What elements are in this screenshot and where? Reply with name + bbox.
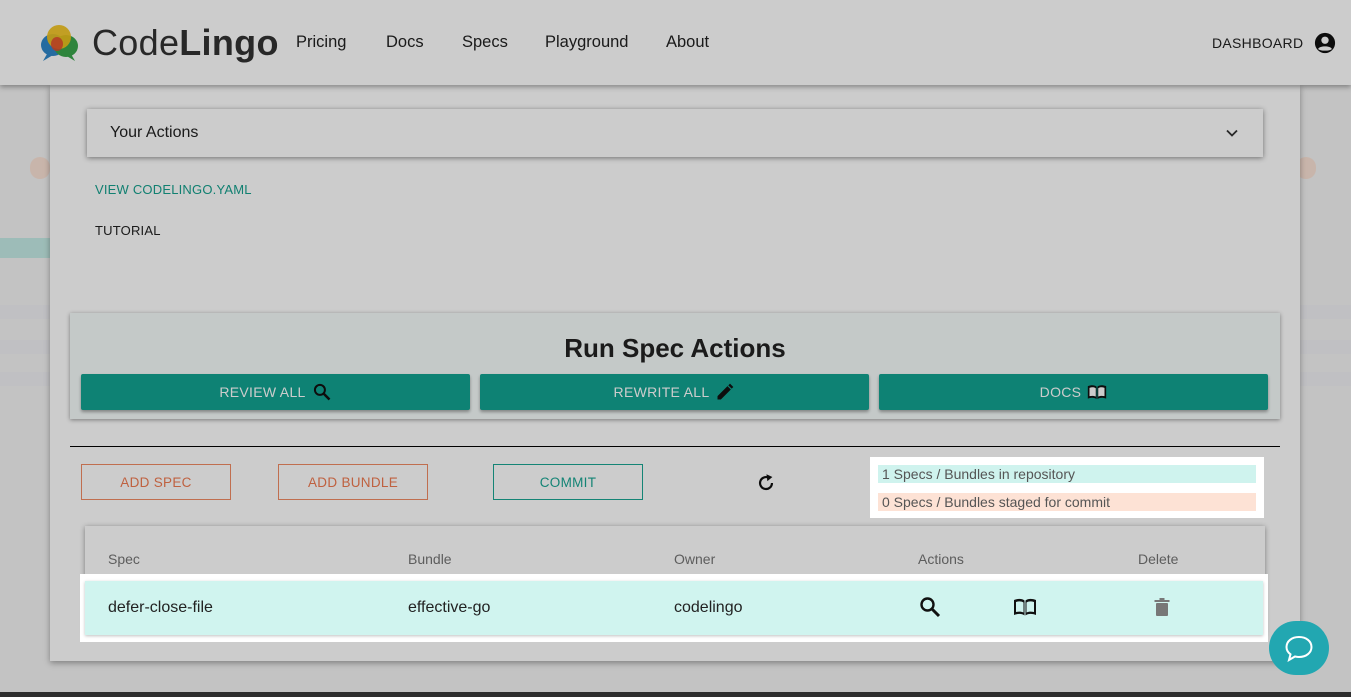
column-header-delete: Delete [1138,551,1179,567]
chat-bubble-icon [1285,635,1313,662]
specs-staged-count: 0 Specs / Bundles staged for commit [878,493,1256,511]
your-actions-panel[interactable]: Your Actions [87,109,1263,157]
search-icon [313,383,331,401]
codelingo-logo[interactable] [39,24,79,62]
column-header-spec: Spec [108,551,140,567]
your-actions-title: Your Actions [110,124,199,141]
trash-icon[interactable] [1150,595,1174,619]
row-spec: defer-close-file [108,599,213,616]
table-row[interactable]: defer-close-file effective-go codelingo [85,581,1263,635]
nav-docs[interactable]: Docs [386,33,424,52]
refresh-icon[interactable] [755,472,777,494]
background-pill-left [30,157,50,179]
nav-specs[interactable]: Specs [462,33,508,52]
account-circle-icon[interactable] [1314,32,1336,54]
chevron-down-icon[interactable] [1225,126,1239,140]
row-bundle: effective-go [408,599,491,616]
view-codelingo-yaml-link[interactable]: VIEW CODELINGO.YAML [95,182,252,197]
row-owner: codelingo [674,599,743,616]
book-icon[interactable] [1013,595,1037,619]
column-header-bundle: Bundle [408,551,452,567]
spec-counts-highlight: 1 Specs / Bundles in repository 0 Specs … [870,457,1264,518]
nav-playground[interactable]: Playground [545,33,628,52]
table-row-highlight: defer-close-file effective-go codelingo [80,574,1268,642]
run-spec-actions-title: Run Spec Actions [564,333,786,363]
add-bundle-button[interactable]: ADD BUNDLE [278,464,428,500]
pencil-icon [717,383,734,400]
brand-name[interactable]: CodeLingo [92,22,279,64]
specs-in-repository-count: 1 Specs / Bundles in repository [878,465,1256,483]
docs-button[interactable]: DOCS [879,374,1268,410]
dashboard-link[interactable]: DASHBOARD [1212,35,1303,51]
column-header-actions: Actions [918,551,964,567]
review-all-button[interactable]: REVIEW ALL [81,374,470,410]
docs-label: DOCS [1039,384,1082,400]
column-header-owner: Owner [674,551,716,567]
section-divider [70,446,1280,447]
commit-button[interactable]: COMMIT [493,464,643,500]
rewrite-all-label: REWRITE ALL [613,384,710,400]
nav-pricing[interactable]: Pricing [296,33,346,52]
chat-widget-button[interactable] [1269,621,1329,675]
rewrite-all-button[interactable]: REWRITE ALL [480,374,869,410]
top-navbar: CodeLingo Pricing Docs Specs Playground … [0,0,1351,85]
add-spec-button[interactable]: ADD SPEC [81,464,231,500]
book-icon [1088,385,1107,400]
run-spec-actions-section: Run Spec Actions REVIEW ALL REWRITE ALL … [70,313,1280,419]
review-all-label: REVIEW ALL [219,384,306,400]
bottom-strip [0,692,1351,697]
nav-about[interactable]: About [666,33,709,52]
search-icon[interactable] [918,595,942,619]
background-stripe [0,238,50,258]
tutorial-link[interactable]: TUTORIAL [95,223,161,238]
